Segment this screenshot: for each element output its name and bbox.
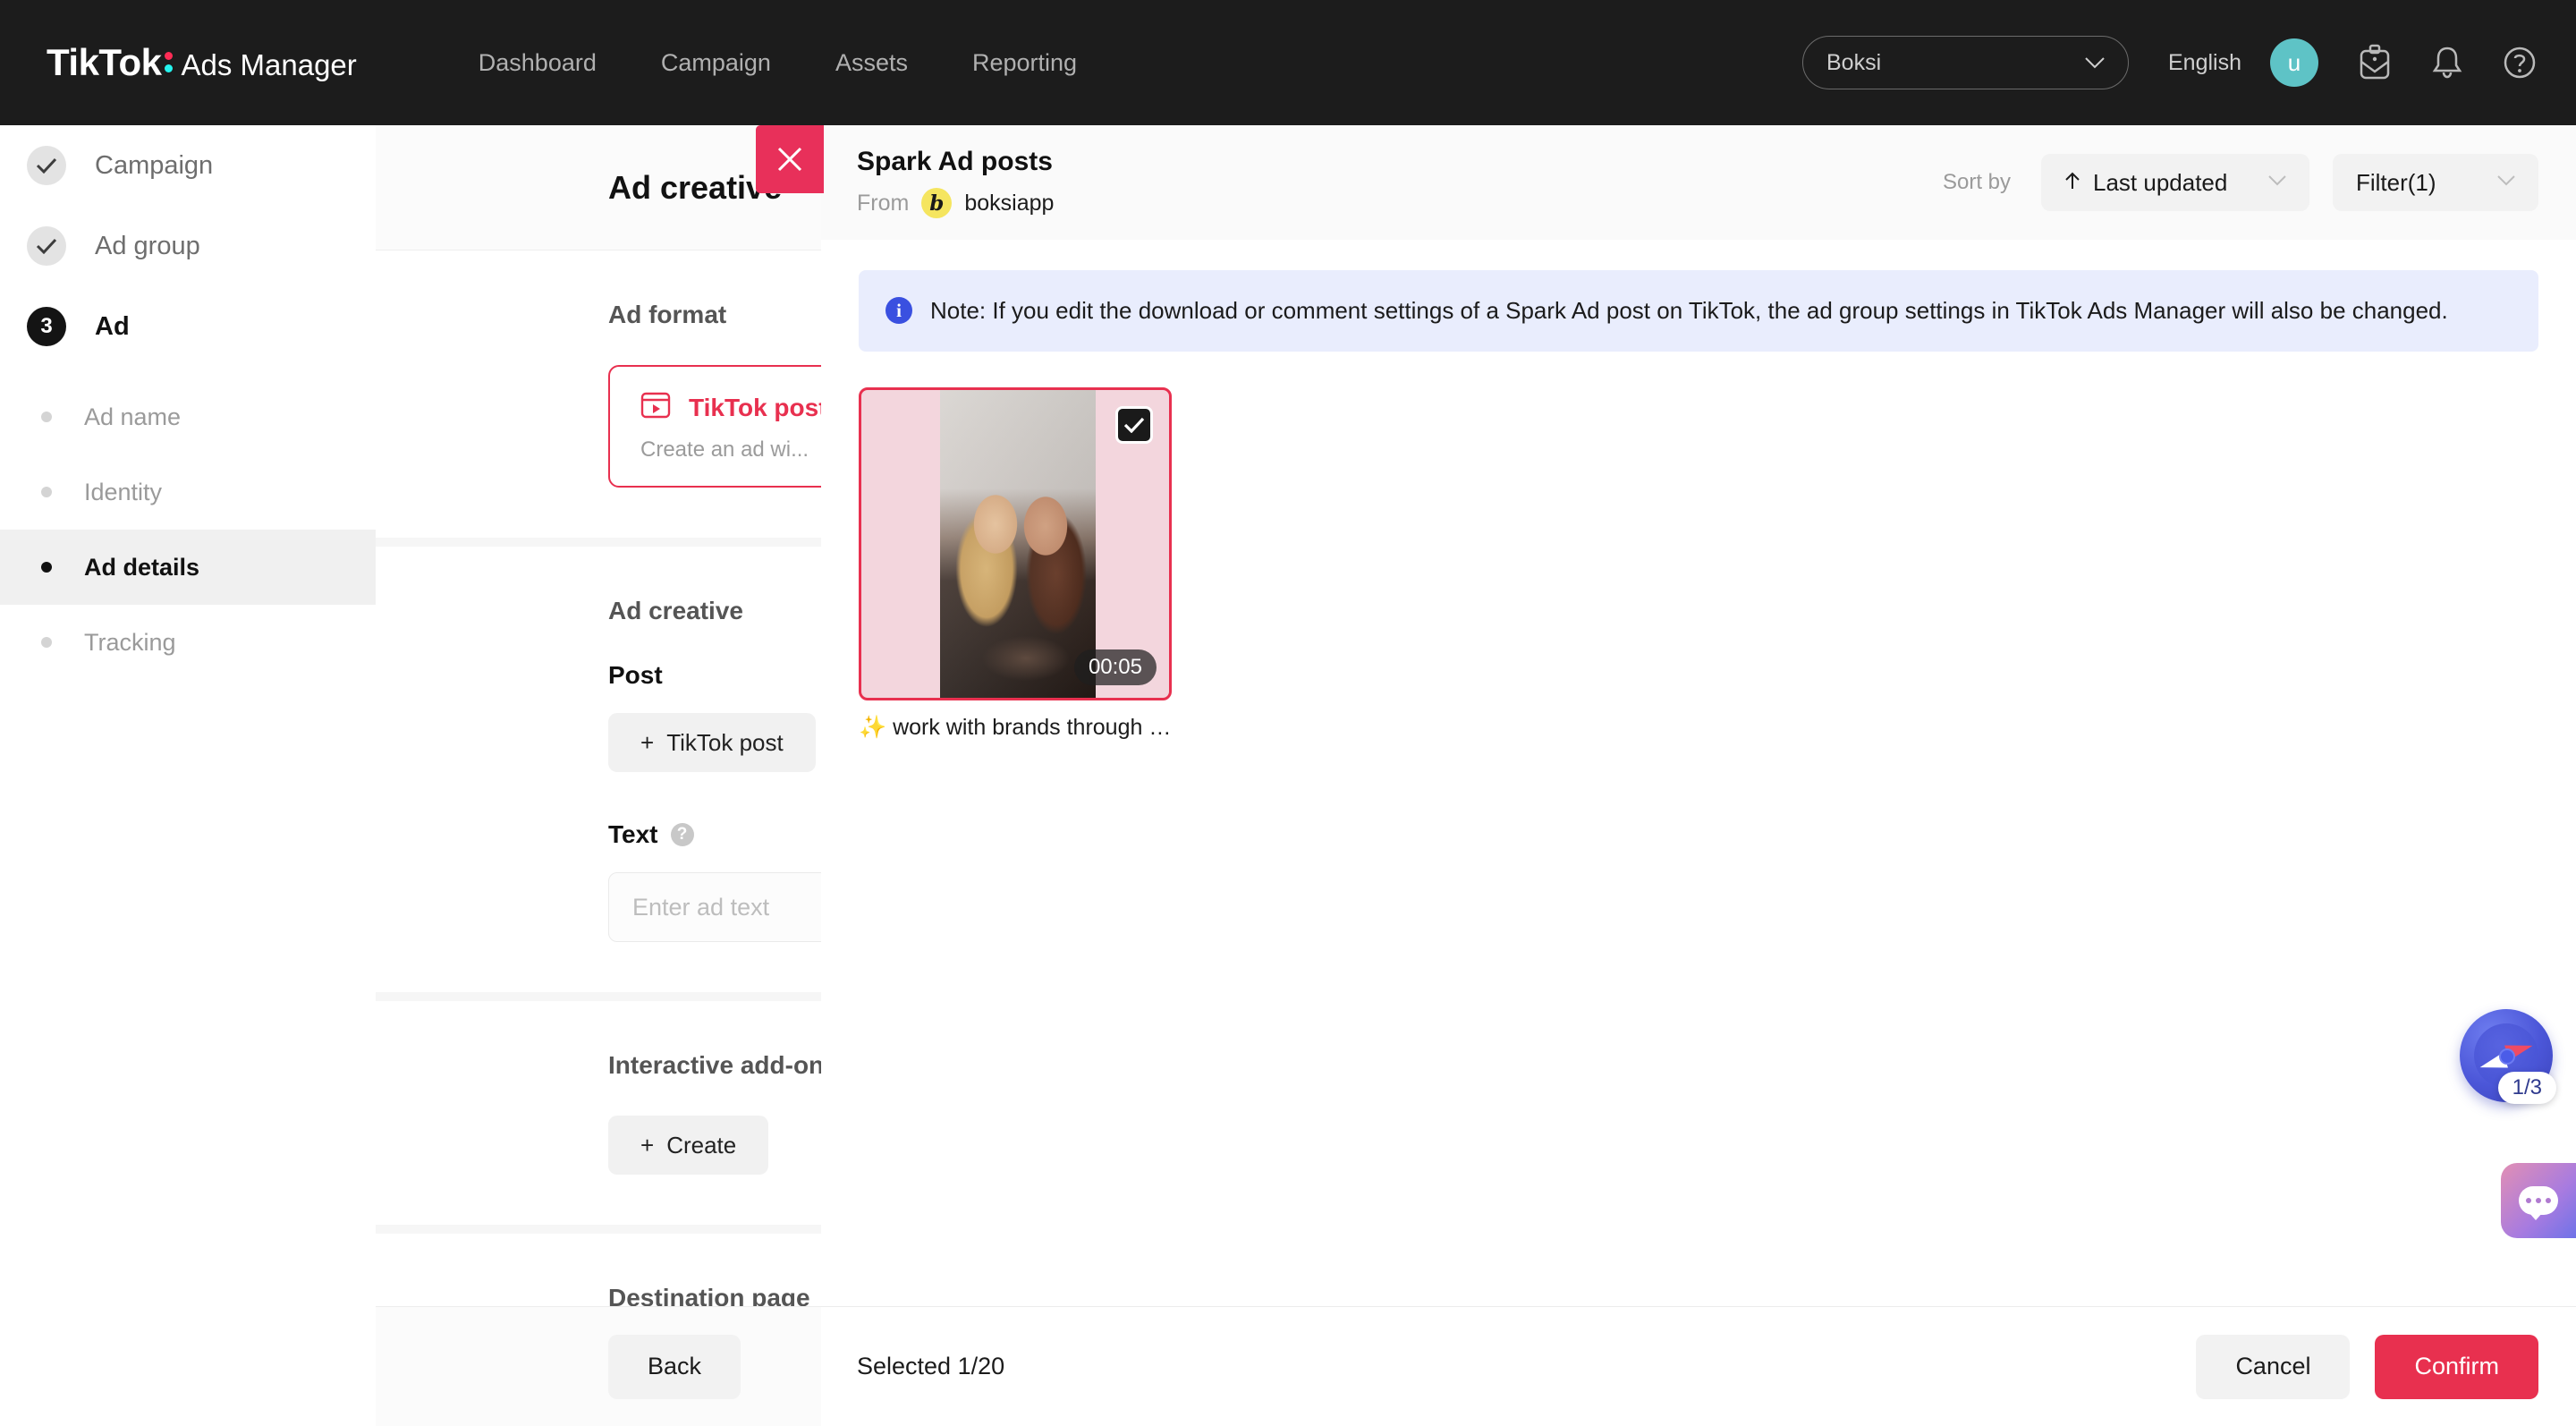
modal-title: Spark Ad posts [857, 147, 1053, 176]
info-icon: i [886, 297, 912, 324]
label-text-text: Text [608, 820, 658, 848]
sidebar-item-ad-name[interactable]: Ad name [0, 379, 376, 454]
modal-body: i Note: If you edit the download or comm… [821, 240, 2576, 1306]
ad-text-placeholder: Enter ad text [632, 893, 770, 921]
filter-value: Filter(1) [2356, 168, 2436, 196]
check-icon [27, 226, 66, 266]
modal-header-controls: Sort by Last updated Filter(1) [1943, 154, 2538, 211]
chat-bubble-glyph [2519, 1186, 2558, 1220]
step-number-badge: 3 [27, 307, 66, 346]
inbox-icon[interactable] [2358, 44, 2392, 81]
nav-link-campaign[interactable]: Campaign [629, 49, 803, 77]
posts-grid: 00:05 ✨ work with brands through Bo... [859, 387, 2538, 741]
back-button[interactable]: Back [608, 1334, 741, 1399]
post-thumbnail[interactable]: 00:05 [859, 387, 1172, 700]
sidebar-label-ad-name: Ad name [84, 403, 182, 430]
language-selector[interactable]: English [2168, 50, 2241, 76]
brand-name: TikTok [47, 41, 162, 83]
sidebar-label-ad-details: Ad details [84, 553, 200, 581]
plus-icon: + [640, 1131, 655, 1159]
account-name: Boksi [1826, 49, 1882, 75]
chevron-down-icon [2462, 174, 2515, 191]
step-label-ad-group: Ad group [95, 231, 200, 260]
check-icon [27, 146, 66, 185]
account-handle: boksiapp [964, 190, 1055, 216]
step-campaign[interactable]: Campaign [0, 125, 376, 206]
nav-link-dashboard[interactable]: Dashboard [446, 49, 629, 77]
sort-by-label: Sort by [1942, 170, 2011, 194]
step-ad[interactable]: 3 Ad [0, 286, 376, 367]
label-post-text: Post [608, 661, 663, 689]
modal-footer-buttons: Cancel Confirm [2196, 1334, 2538, 1399]
sidebar-label-identity: Identity [84, 478, 163, 505]
video-duration-badge: 00:05 [1073, 649, 1157, 685]
sidebar-item-identity[interactable]: Identity [0, 454, 376, 530]
brand-product-name: Ads Manager [181, 48, 357, 81]
step-label-ad: Ad [95, 311, 130, 341]
info-note-banner: i Note: If you edit the download or comm… [859, 270, 2538, 352]
top-navigation-bar: TikTok Ads Manager Dashboard Campaign As… [0, 0, 2576, 125]
help-icon[interactable] [2503, 46, 2537, 80]
nav-right-group: Boksi English u [1802, 36, 2576, 89]
brand-logo[interactable]: TikTok Ads Manager [47, 41, 357, 84]
sidebar-item-ad-details[interactable]: Ad details [0, 530, 376, 605]
post-preview-image [940, 390, 1096, 698]
close-icon[interactable] [756, 125, 824, 193]
plus-icon: + [640, 728, 655, 756]
sort-by-select[interactable]: Last updated [2041, 154, 2309, 211]
step-sidebar: Campaign Ad group 3 Ad Ad name Identity … [0, 125, 376, 1426]
sidebar-label-tracking: Tracking [84, 628, 176, 656]
create-addon-button[interactable]: + Create [608, 1116, 769, 1175]
post-caption: ✨ work with brands through Bo... [859, 715, 1172, 740]
filter-select[interactable]: Filter(1) [2333, 154, 2538, 211]
add-tiktok-post-button[interactable]: + TikTok post [608, 713, 816, 772]
nav-link-reporting[interactable]: Reporting [940, 49, 1109, 77]
ad-format-title: TikTok post [689, 393, 827, 421]
add-tiktok-post-label: TikTok post [666, 728, 784, 756]
chat-bubble-icon[interactable] [2501, 1163, 2576, 1238]
post-checkbox[interactable] [1115, 406, 1153, 444]
tiktok-colon-icon [163, 45, 175, 75]
bullet-icon [41, 412, 52, 422]
arrow-up-icon [2064, 171, 2080, 195]
app-root: TikTok Ads Manager Dashboard Campaign As… [0, 0, 2576, 1426]
account-selector[interactable]: Boksi [1802, 36, 2129, 89]
bullet-icon [41, 487, 52, 497]
sidebar-item-tracking[interactable]: Tracking [0, 605, 376, 680]
modal-header: Spark Ad posts From b boksiapp Sort by L… [821, 125, 2576, 240]
create-addon-label: Create [666, 1131, 737, 1159]
step-label-campaign: Campaign [95, 150, 214, 180]
cancel-button[interactable]: Cancel [2196, 1334, 2351, 1399]
chevron-down-icon [2085, 50, 2105, 76]
modal-footer: Selected 1/20 Cancel Confirm [821, 1306, 2576, 1426]
modal-subtitle: From b boksiapp [857, 188, 1054, 218]
list-item[interactable]: 00:05 ✨ work with brands through Bo... [859, 387, 1172, 741]
confirm-button[interactable]: Confirm [2375, 1334, 2538, 1399]
modal-header-left: Spark Ad posts From b boksiapp [857, 147, 1054, 218]
compass-icon[interactable]: 1/3 [2460, 1009, 2556, 1104]
info-note-text: Note: If you edit the download or commen… [930, 297, 2448, 324]
help-tooltip-icon[interactable]: ? [670, 823, 694, 846]
avatar[interactable]: u [2270, 38, 2318, 87]
bullet-icon [41, 637, 52, 648]
nav-link-assets[interactable]: Assets [803, 49, 940, 77]
video-frame-icon [640, 390, 671, 425]
sort-by-value: Last updated [2093, 168, 2228, 196]
step-ad-group[interactable]: Ad group [0, 206, 376, 286]
compass-hub [2499, 1048, 2515, 1065]
main-nav-links: Dashboard Campaign Assets Reporting [446, 49, 1109, 77]
bell-icon[interactable] [2431, 45, 2463, 81]
selected-count: Selected 1/20 [857, 1353, 1005, 1379]
chevron-down-icon [2233, 174, 2286, 191]
spark-ad-posts-modal: Spark Ad posts From b boksiapp Sort by L… [821, 125, 2576, 1426]
onboarding-progress-badge: 1/3 [2497, 1072, 2556, 1104]
bullet-icon [41, 562, 52, 573]
from-label: From [857, 190, 910, 216]
boksi-avatar-icon: b [921, 188, 953, 218]
